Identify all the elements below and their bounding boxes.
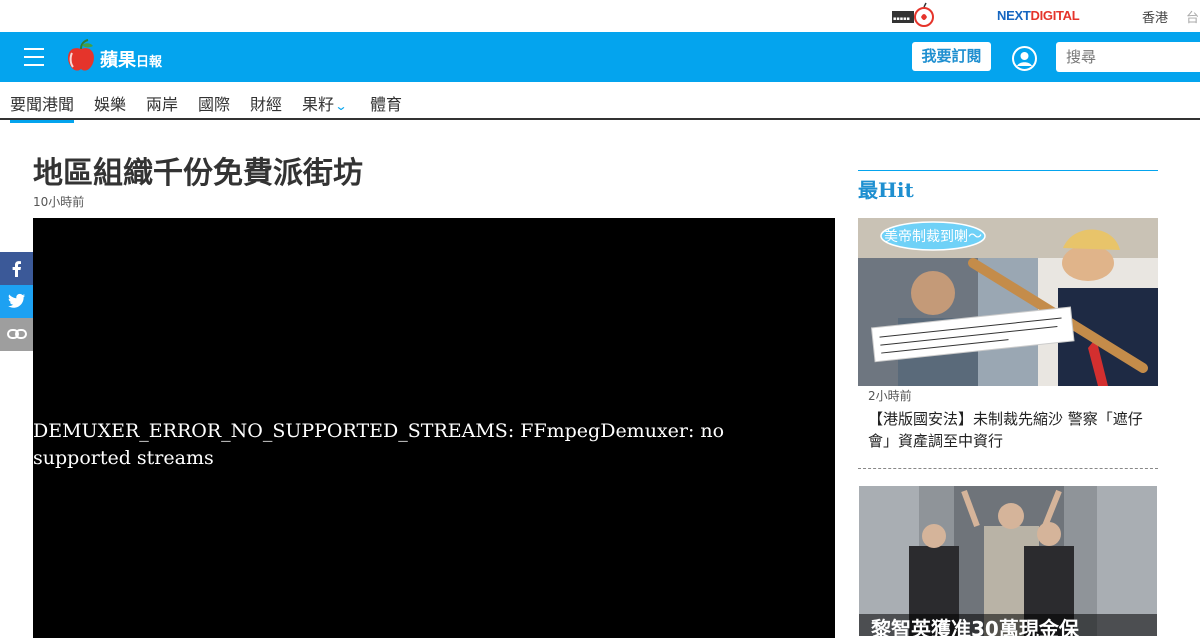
hamburger-icon[interactable] (24, 48, 44, 66)
nav-item-lifestyle-label: 果籽 (302, 95, 335, 114)
article-title: 地區組織千份免費派街坊 (33, 156, 363, 191)
sidebar-heading: 最Hit (858, 178, 914, 202)
hit-item-timestamp: 2小時前 (868, 389, 912, 403)
svg-text:▪▪▪▪▪: ▪▪▪▪▪ (893, 16, 910, 22)
link-icon (6, 329, 27, 339)
hit-item-title[interactable]: 【港版國安法】未制裁先縮沙 警察「遮仔會」資產調至中資行 (868, 408, 1158, 452)
sidebar-separator (858, 468, 1158, 469)
region-link-hk[interactable]: 香港 (1142, 7, 1168, 26)
article-timestamp: 10小時前 (33, 195, 85, 209)
brand-suffix: 日報 (136, 55, 163, 70)
top-utility-bar: ▪▪▪▪▪ NEXTDIGITAL 香港 台 (0, 0, 1200, 32)
nav-item-cross-strait[interactable]: 兩岸 (146, 91, 178, 115)
nav-item-news[interactable]: 要聞港聞 (10, 91, 75, 123)
facebook-icon (12, 261, 21, 277)
facebook-share-button[interactable] (0, 252, 33, 285)
hit-item-image-2[interactable]: 黎智英獲准30萬現金保 (859, 486, 1157, 636)
apple-daily-small-logo-icon[interactable]: ▪▪▪▪▪ (892, 2, 936, 30)
hit-item-photo: 美帝制裁到喇～ (858, 218, 1158, 386)
twitter-share-button[interactable] (0, 285, 33, 318)
hit-item-image[interactable]: 美帝制裁到喇～ (858, 218, 1158, 386)
apple-logo-icon[interactable] (66, 39, 96, 73)
brand-name[interactable]: 蘋果日報 (100, 46, 162, 72)
nextdigital-logo[interactable]: NEXTDIGITAL (997, 8, 1080, 23)
region-link-tw[interactable]: 台 (1186, 7, 1199, 26)
hit-image-caption: 美帝制裁到喇～ (884, 229, 982, 245)
hit-item-photo-2: 黎智英獲准30萬現金保 (859, 486, 1157, 636)
video-player[interactable]: DEMUXER_ERROR_NO_SUPPORTED_STREAMS: FFmp… (33, 218, 835, 638)
copy-link-button[interactable] (0, 318, 33, 351)
brand-title: 蘋果 (100, 50, 136, 71)
nav-item-finance[interactable]: 財經 (250, 91, 282, 115)
nav-item-entertainment[interactable]: 娛樂 (94, 91, 126, 115)
chevron-down-icon[interactable]: ⌄ (335, 99, 348, 113)
hit-image-2-caption: 黎智英獲准30萬現金保 (871, 617, 1080, 636)
nextdigital-prefix: NEXT (997, 8, 1031, 23)
nav-item-lifestyle[interactable]: 果籽⌄ (302, 91, 348, 115)
user-icon[interactable] (1012, 46, 1037, 71)
nav-item-sports[interactable]: 體育 (370, 91, 402, 115)
subscribe-button[interactable]: 我要訂閱 (912, 42, 991, 71)
sidebar-divider (858, 170, 1158, 171)
search-input[interactable] (1056, 42, 1200, 72)
video-error-message: DEMUXER_ERROR_NO_SUPPORTED_STREAMS: FFmp… (33, 420, 725, 469)
nextdigital-suffix: DIGITAL (1030, 8, 1080, 23)
site-header: 蘋果日報 我要訂閱 (0, 32, 1200, 82)
nav-item-international[interactable]: 國際 (198, 91, 230, 115)
twitter-icon (7, 293, 25, 308)
category-nav: 要聞港聞 娛樂 兩岸 國際 財經 果籽⌄ 體育 (0, 82, 1200, 123)
